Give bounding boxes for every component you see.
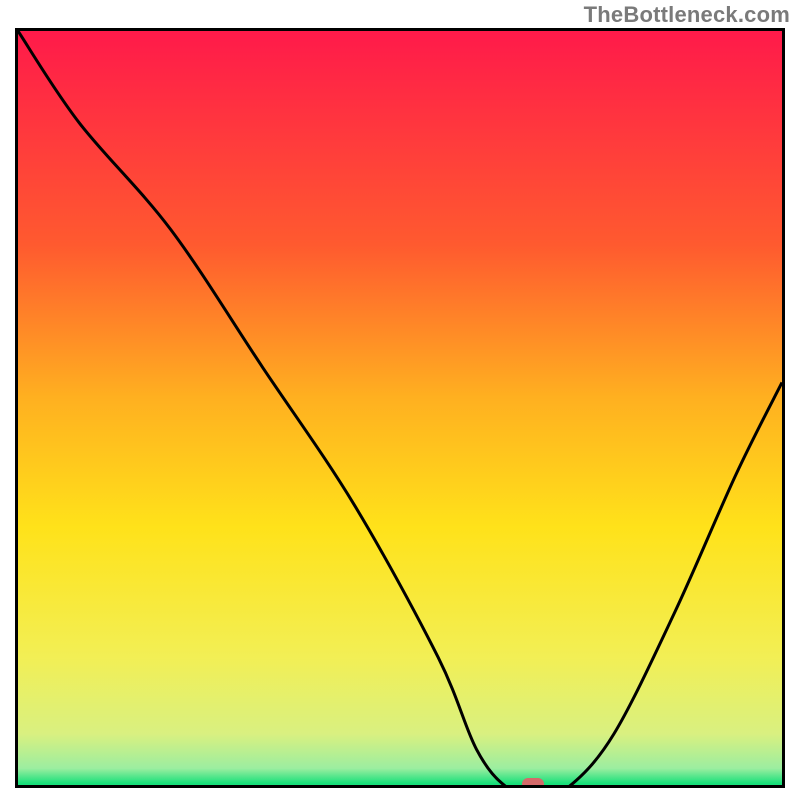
chart-frame: TheBottleneck.com: [0, 0, 800, 800]
watermark-text: TheBottleneck.com: [584, 2, 790, 28]
bottleneck-curve: [18, 31, 782, 788]
optimum-marker: [522, 778, 544, 788]
plot-area: [15, 28, 785, 788]
